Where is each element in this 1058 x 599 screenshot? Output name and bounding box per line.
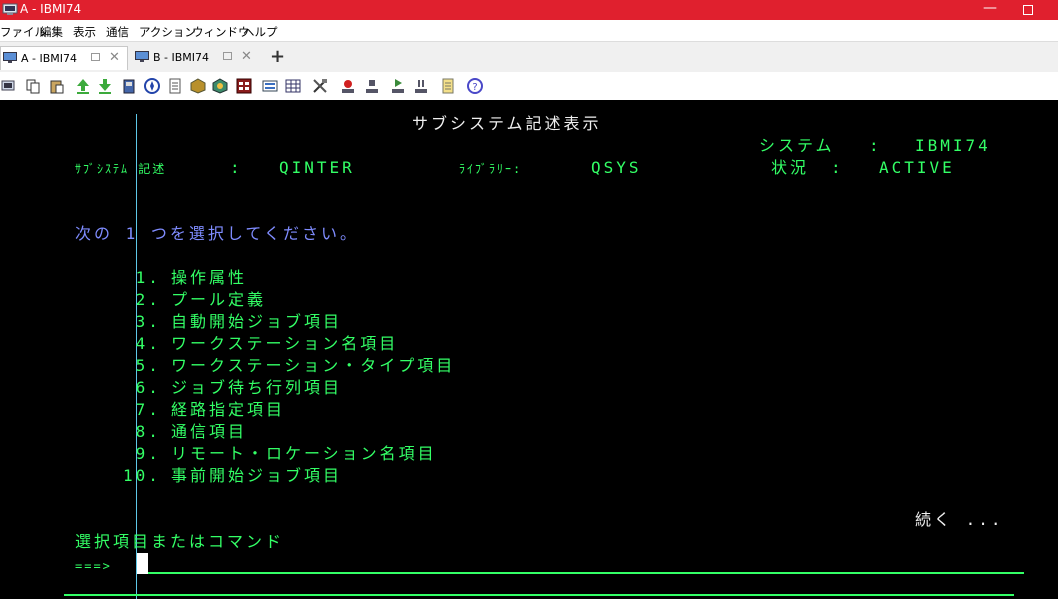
tab-session-a[interactable]: A - IBMI74 ✕ [0,46,128,70]
option-label: ワークステーション名項目 [171,334,399,353]
maximize-button[interactable] [1013,0,1043,20]
subsystem-value: QINTER [279,158,355,177]
print-icon[interactable] [121,78,137,94]
tab-session-b[interactable]: B - IBMI74 ✕ [133,46,263,70]
tab-label: A - IBMI74 [21,52,78,65]
more-indicator: 続く ... [915,510,1004,529]
session-tab-bar: A - IBMI74 ✕ B - IBMI74 ✕ [0,42,1058,72]
system-separator: : [869,136,882,155]
cube-icon[interactable] [212,78,228,94]
help-icon[interactable]: ? [467,78,483,94]
add-tab-button[interactable]: + [270,46,285,67]
restore-icon[interactable] [91,53,100,61]
subsystem-separator: : [230,158,243,177]
option-label: ジョブ待ち行列項目 [171,378,343,397]
option-label: 経路指定項目 [171,400,286,419]
option-label: ワークステーション・タイプ項目 [171,356,456,375]
document-icon[interactable] [167,78,183,94]
menu-action[interactable]: アクション [139,24,196,40]
notepad-icon[interactable] [440,78,456,94]
option-number: 1. [123,268,161,287]
menu-help[interactable]: ヘルプ [243,24,278,40]
menu-view[interactable]: 表示 [73,24,96,40]
session-icon[interactable] [1,78,17,94]
keyboard-icon[interactable] [262,78,278,94]
system-value: IBMI74 [915,136,991,155]
window-title-bar: A - IBMI74 — [0,0,1058,20]
tab-label: B - IBMI74 [153,51,210,64]
spreadsheet-icon[interactable] [236,78,252,94]
monitor-icon [135,51,149,62]
copy-icon[interactable] [25,78,41,94]
option-label: 事前開始ジョブ項目 [171,466,343,485]
option-label: プール定義 [171,290,267,309]
bottom-divider [64,594,1014,596]
grid-icon[interactable] [285,78,301,94]
close-tab-icon[interactable]: ✕ [241,49,252,64]
terminal-app-icon [2,3,18,15]
command-label: 選択項目またはコマンド [75,532,285,551]
status-separator: : [831,158,844,177]
stop-icon[interactable] [413,78,429,94]
toolbar: ? [0,72,1058,101]
option-label: 自動開始ジョブ項目 [171,312,343,331]
option-label: 通信項目 [171,422,248,441]
library-value: QSYS [591,158,642,177]
command-prompt: ===> [75,559,112,573]
restore-icon[interactable] [223,52,232,60]
play-icon[interactable] [364,78,380,94]
option-number: 10. [123,466,161,485]
settings-icon[interactable] [312,78,328,94]
system-label: システム [759,136,835,155]
option-number: 7. [123,400,161,419]
option-number: 5. [123,356,161,375]
option-number: 6. [123,378,161,397]
window-title: A - IBMI74 [20,2,82,16]
status-value: ACTIVE [879,158,955,177]
maximize-icon [1023,5,1033,15]
menu-bar: ファイル 編集 表示 通信 アクション ウィンドウ ヘルプ [0,20,1058,42]
receive-file-icon[interactable] [97,78,113,94]
minimize-button[interactable]: — [975,0,1005,20]
close-tab-icon[interactable]: ✕ [109,50,120,65]
instruction-text: 次の 1 つを選択してください。 [75,224,359,243]
menu-window[interactable]: ウィンドウ [192,24,250,40]
option-number: 8. [123,422,161,441]
record-icon[interactable] [340,78,356,94]
compass-icon[interactable] [144,78,160,94]
macro-icon[interactable] [390,78,406,94]
option-number: 3. [123,312,161,331]
option-label: 操作属性 [171,268,248,287]
option-number: 2. [123,290,161,309]
library-label: ﾗｲﾌﾞﾗﾘｰ: [459,162,523,176]
paste-icon[interactable] [49,78,65,94]
svg-text:?: ? [472,82,477,93]
subsystem-label: ｻﾌﾞｼｽﾃﾑ 記述 [75,162,167,176]
send-file-icon[interactable] [75,78,91,94]
screen-title: サブシステム記述表示 [412,114,602,133]
monitor-icon [3,52,17,63]
command-input-cursor[interactable] [137,553,148,574]
option-number: 4. [123,334,161,353]
package-icon[interactable] [190,78,206,94]
menu-communication[interactable]: 通信 [106,24,129,40]
command-input-line[interactable] [148,572,1024,574]
terminal-screen[interactable]: サブシステム記述表示 システム : IBMI74 ｻﾌﾞｼｽﾃﾑ 記述 : QI… [0,100,1058,599]
status-label: 状況 [771,158,810,177]
menu-edit[interactable]: 編集 [40,24,63,40]
option-label: リモート・ロケーション名項目 [171,444,437,463]
option-number: 9. [123,444,161,463]
